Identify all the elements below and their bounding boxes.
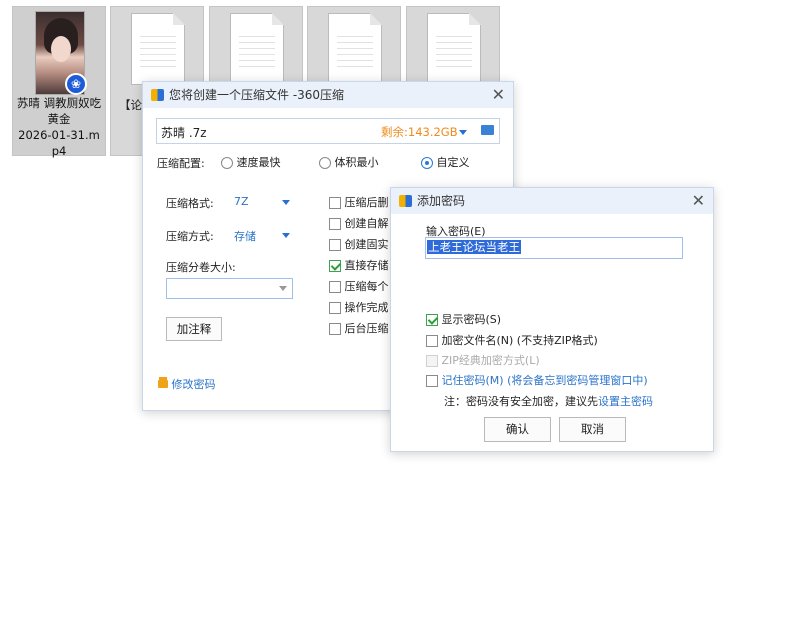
method-select[interactable]: 存储: [234, 228, 294, 244]
format-label: 压缩格式:: [166, 197, 214, 210]
file-name: 【论: [119, 98, 142, 112]
compress-dialog-titlebar: 您将创建一个压缩文件 -360压缩 ✕: [143, 82, 513, 108]
option-delete-after[interactable]: 压缩后删: [329, 194, 393, 215]
method-label: 压缩方式:: [166, 230, 214, 243]
document-icon: [427, 13, 481, 85]
config-label: 压缩配置:: [157, 157, 205, 170]
password-dialog: 添加密码 ✕ 输入密码(E) 上老王论坛当老王 显示密码(S) 加密文件名(N)…: [390, 187, 714, 452]
chevron-down-icon: [282, 200, 290, 205]
password-dialog-titlebar: 添加密码 ✕: [391, 188, 713, 214]
change-password-link[interactable]: 修改密码: [158, 376, 216, 392]
set-master-password-link[interactable]: 设置主密码: [598, 395, 653, 408]
folder-icon[interactable]: [481, 125, 494, 135]
option-after-complete[interactable]: 操作完成: [329, 299, 393, 320]
video-badge-icon: ❀: [65, 73, 87, 95]
path-dropdown-icon[interactable]: [459, 125, 467, 138]
remember-password-label: 记住密码(M) (将会备忘到密码管理窗口中): [441, 374, 648, 387]
volume-label: 压缩分卷大小:: [166, 261, 236, 274]
format-select[interactable]: 7Z: [234, 195, 294, 208]
option-self-extract[interactable]: 创建自解: [329, 215, 393, 236]
option-background[interactable]: 后台压缩: [329, 320, 393, 341]
security-note-text: 注：密码没有安全加密，建议先: [444, 395, 598, 408]
app-360zip-icon: [399, 195, 412, 207]
radio-fastest-label: 速度最快: [236, 156, 281, 169]
chevron-down-icon: [282, 233, 290, 238]
options-list: 压缩后删 创建自解 创建固实 直接存储 压缩每个 操作完成 后台压缩: [329, 194, 393, 341]
ok-button[interactable]: 确认: [484, 417, 551, 442]
radio-custom-label: 自定义: [436, 156, 470, 169]
radio-smallest-label: 体积最小: [334, 156, 379, 169]
cancel-button[interactable]: 取消: [559, 417, 626, 442]
close-icon[interactable]: ✕: [692, 188, 705, 214]
dialog-title: 您将创建一个压缩文件 -360压缩: [169, 88, 345, 102]
document-icon: [328, 13, 382, 85]
close-icon[interactable]: ✕: [492, 82, 505, 108]
option-solid[interactable]: 创建固实: [329, 236, 393, 257]
app-360zip-icon: [151, 89, 164, 101]
encrypt-filenames-label: 加密文件名(N) (不支持ZIP格式): [441, 334, 598, 347]
password-value: 上老王论坛当老王: [427, 240, 521, 254]
add-comment-button[interactable]: 加注释: [166, 317, 222, 341]
zip-classic-label: ZIP经典加密方式(L): [441, 354, 540, 367]
output-path-field[interactable]: 苏晴 .7z 剩余:143.2GB: [156, 118, 500, 144]
dialog-title: 添加密码: [417, 194, 466, 208]
free-space-label: 剩余:143.2GB: [381, 125, 458, 139]
lock-icon: [158, 380, 168, 388]
zip-classic-checkbox: ZIP经典加密方式(L): [426, 352, 540, 368]
archive-filename: 苏晴 .7z: [161, 126, 207, 140]
chevron-down-icon: [279, 286, 287, 291]
password-input[interactable]: 上老王论坛当老王: [425, 237, 683, 259]
show-password-checkbox[interactable]: 显示密码(S): [426, 311, 501, 327]
radio-fastest[interactable]: 速度最快: [221, 154, 281, 170]
radio-smallest[interactable]: 体积最小: [319, 154, 379, 170]
remember-password-checkbox[interactable]: 记住密码(M) (将会备忘到密码管理窗口中): [426, 372, 648, 388]
video-file-tile[interactable]: ❀ 苏晴 调教厕奴吃黄金 2026-01-31.mp4: [12, 6, 106, 158]
radio-custom[interactable]: 自定义: [421, 154, 470, 170]
document-icon: [131, 13, 185, 85]
option-compress-each[interactable]: 压缩每个: [329, 278, 393, 299]
show-password-label: 显示密码(S): [441, 313, 502, 326]
security-note: 注：密码没有安全加密，建议先设置主密码: [444, 393, 653, 409]
document-icon: [230, 13, 284, 85]
volume-size-select[interactable]: [166, 278, 293, 299]
encrypt-filenames-checkbox[interactable]: 加密文件名(N) (不支持ZIP格式): [426, 332, 598, 348]
option-direct-store[interactable]: 直接存储: [329, 257, 393, 278]
file-name: 苏晴 调教厕奴吃黄金 2026-01-31.mp4: [16, 96, 102, 158]
